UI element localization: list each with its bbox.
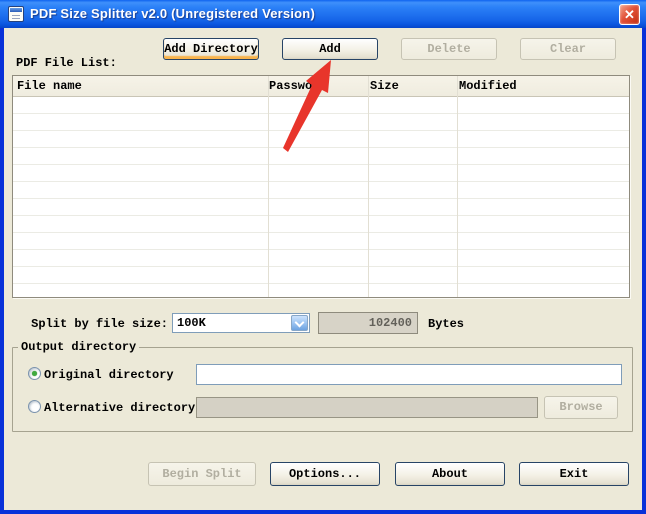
split-by-size-label: Split by file size: [4,317,168,331]
column-header-modified[interactable]: Modified [459,79,517,93]
bytes-value-field: 102400 [318,312,418,334]
column-divider [457,76,458,297]
alternative-directory-radio[interactable] [28,400,41,413]
delete-button: Delete [401,38,497,60]
output-directory-group-label: Output directory [18,340,139,354]
client-area: Add Directory Add Delete Clear PDF File … [4,28,642,510]
column-divider [368,76,369,297]
pdf-file-list-label: PDF File List: [16,56,117,70]
column-header-filename[interactable]: File name [17,79,82,93]
alternative-directory-input [196,397,538,418]
about-button[interactable]: About [395,462,505,486]
table-header-row[interactable]: File name Password Size Modified [13,76,629,97]
add-directory-button[interactable]: Add Directory [163,38,259,60]
clear-button: Clear [520,38,616,60]
column-divider [268,76,269,297]
alternative-directory-label[interactable]: Alternative directory [44,401,195,415]
window-title: PDF Size Splitter v2.0 (Unregistered Ver… [30,6,315,21]
app-icon [8,6,24,22]
close-icon[interactable]: ✕ [619,4,640,25]
split-size-dropdown[interactable]: 100K [172,313,310,333]
exit-button[interactable]: Exit [519,462,629,486]
dropdown-arrow-button[interactable] [291,315,308,331]
output-directory-group [12,347,633,432]
pdf-file-list-table[interactable]: File name Password Size Modified [12,75,630,298]
column-header-password[interactable]: Password [269,79,327,93]
title-bar[interactable]: PDF Size Splitter v2.0 (Unregistered Ver… [0,0,646,28]
add-button[interactable]: Add [282,38,378,60]
options-button[interactable]: Options... [270,462,380,486]
table-body-empty[interactable] [13,97,629,297]
app-window: PDF Size Splitter v2.0 (Unregistered Ver… [0,0,646,514]
original-directory-input[interactable] [196,364,622,385]
split-size-selected-value: 100K [177,316,206,330]
original-directory-radio[interactable] [28,367,41,380]
original-directory-label[interactable]: Original directory [44,368,174,382]
begin-split-button: Begin Split [148,462,256,486]
chevron-down-icon [295,318,305,328]
column-header-size[interactable]: Size [370,79,399,93]
bytes-unit-label: Bytes [428,317,464,331]
browse-button: Browse [544,396,618,419]
